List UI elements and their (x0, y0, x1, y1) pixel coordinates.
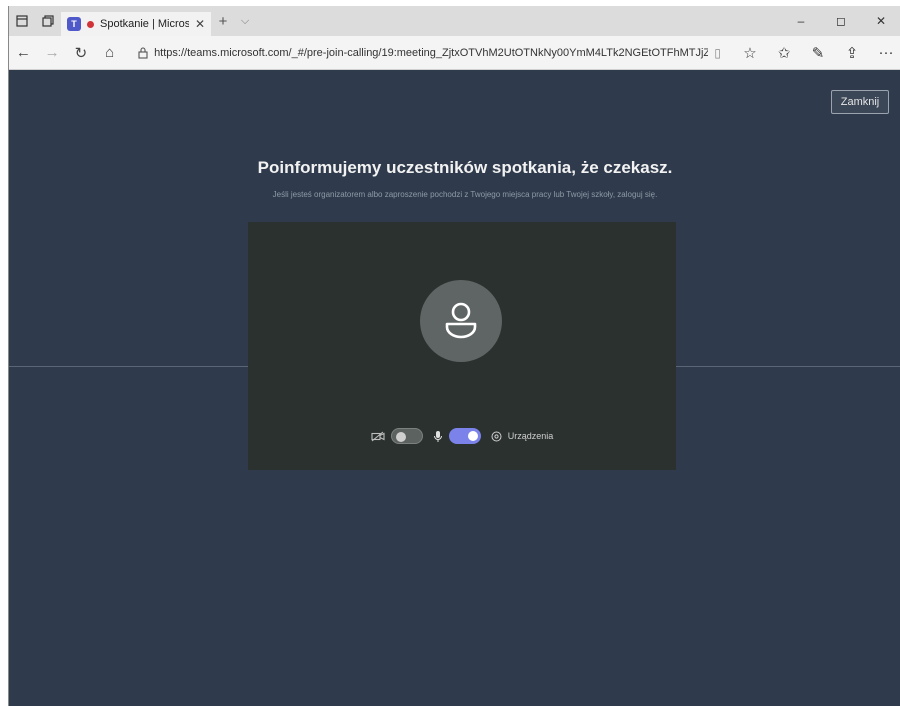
new-tab-button[interactable]: + (211, 13, 235, 30)
devices-label: Urządzenia (507, 431, 554, 441)
back-icon[interactable]: ← (9, 44, 38, 61)
settings-gear-icon (491, 431, 502, 441)
camera-toggle[interactable] (390, 428, 423, 444)
browser-window: T Spotkanie | Microsc ✕ + ⌵ – ◻ ✕ ← → ↻ … (8, 6, 900, 706)
camera-control (371, 428, 423, 444)
refresh-icon[interactable]: ↻ (67, 44, 96, 62)
video-preview: Urządzenia (248, 222, 676, 470)
lock-icon (138, 46, 148, 59)
teams-logo-icon: T (67, 17, 81, 31)
tab-title: Spotkanie | Microsc (100, 18, 189, 30)
teams-prejoin-page: Zamknij Poinformujemy uczestników spotka… (9, 70, 900, 706)
url-text[interactable]: https://teams.microsoft.com/_#/pre-join-… (154, 47, 708, 59)
home-icon[interactable]: ⌂ (95, 44, 124, 61)
close-window-button[interactable]: ✕ (861, 6, 900, 36)
toggle-knob (395, 432, 406, 442)
microphone-toggle[interactable] (448, 428, 481, 444)
close-button[interactable]: Zamknij (831, 90, 889, 114)
favorite-star-icon[interactable]: ☆ (735, 44, 765, 62)
recording-indicator-icon (87, 20, 94, 28)
tab-strip: T Spotkanie | Microsc ✕ + ⌵ – ◻ ✕ (9, 6, 900, 36)
tab-actions-icon[interactable] (9, 6, 35, 36)
minimize-button[interactable]: – (781, 6, 821, 36)
microphone-control (433, 428, 481, 444)
share-icon[interactable]: ⇪ (837, 44, 867, 62)
set-tabs-aside-icon[interactable] (35, 6, 61, 36)
address-toolbar: ← → ↻ ⌂ https://teams.microsoft.com/_#/p… (9, 36, 900, 70)
toolbar-actions: ☆ ✩ ✎ ⇪ ··· (735, 44, 900, 62)
web-note-pen-icon[interactable]: ✎ (803, 44, 833, 62)
device-controls: Urządzenia (248, 425, 676, 447)
page-title: Poinformujemy uczestników spotkania, że … (257, 158, 673, 177)
address-bar[interactable]: https://teams.microsoft.com/_#/pre-join-… (132, 41, 727, 65)
reading-view-icon[interactable]: ▯ (714, 46, 721, 60)
camera-off-icon (371, 431, 385, 441)
avatar (420, 280, 502, 362)
tab-preview-chevron-icon[interactable]: ⌵ (235, 15, 255, 28)
window-controls: – ◻ ✕ (781, 6, 900, 36)
sign-in-hint[interactable]: Jeśli jesteś organizatorem albo zaprosze… (9, 190, 900, 199)
maximize-button[interactable]: ◻ (821, 6, 861, 36)
tab-meeting[interactable]: T Spotkanie | Microsc ✕ (61, 12, 211, 36)
forward-icon[interactable]: → (38, 44, 67, 61)
tab-close-icon[interactable]: ✕ (195, 17, 205, 31)
microphone-icon (433, 430, 442, 442)
more-icon[interactable]: ··· (871, 44, 900, 62)
devices-button[interactable]: Urządzenia (491, 431, 554, 442)
favorites-icon[interactable]: ✩ (769, 44, 799, 62)
person-icon (445, 302, 477, 339)
toggle-knob (467, 431, 478, 441)
